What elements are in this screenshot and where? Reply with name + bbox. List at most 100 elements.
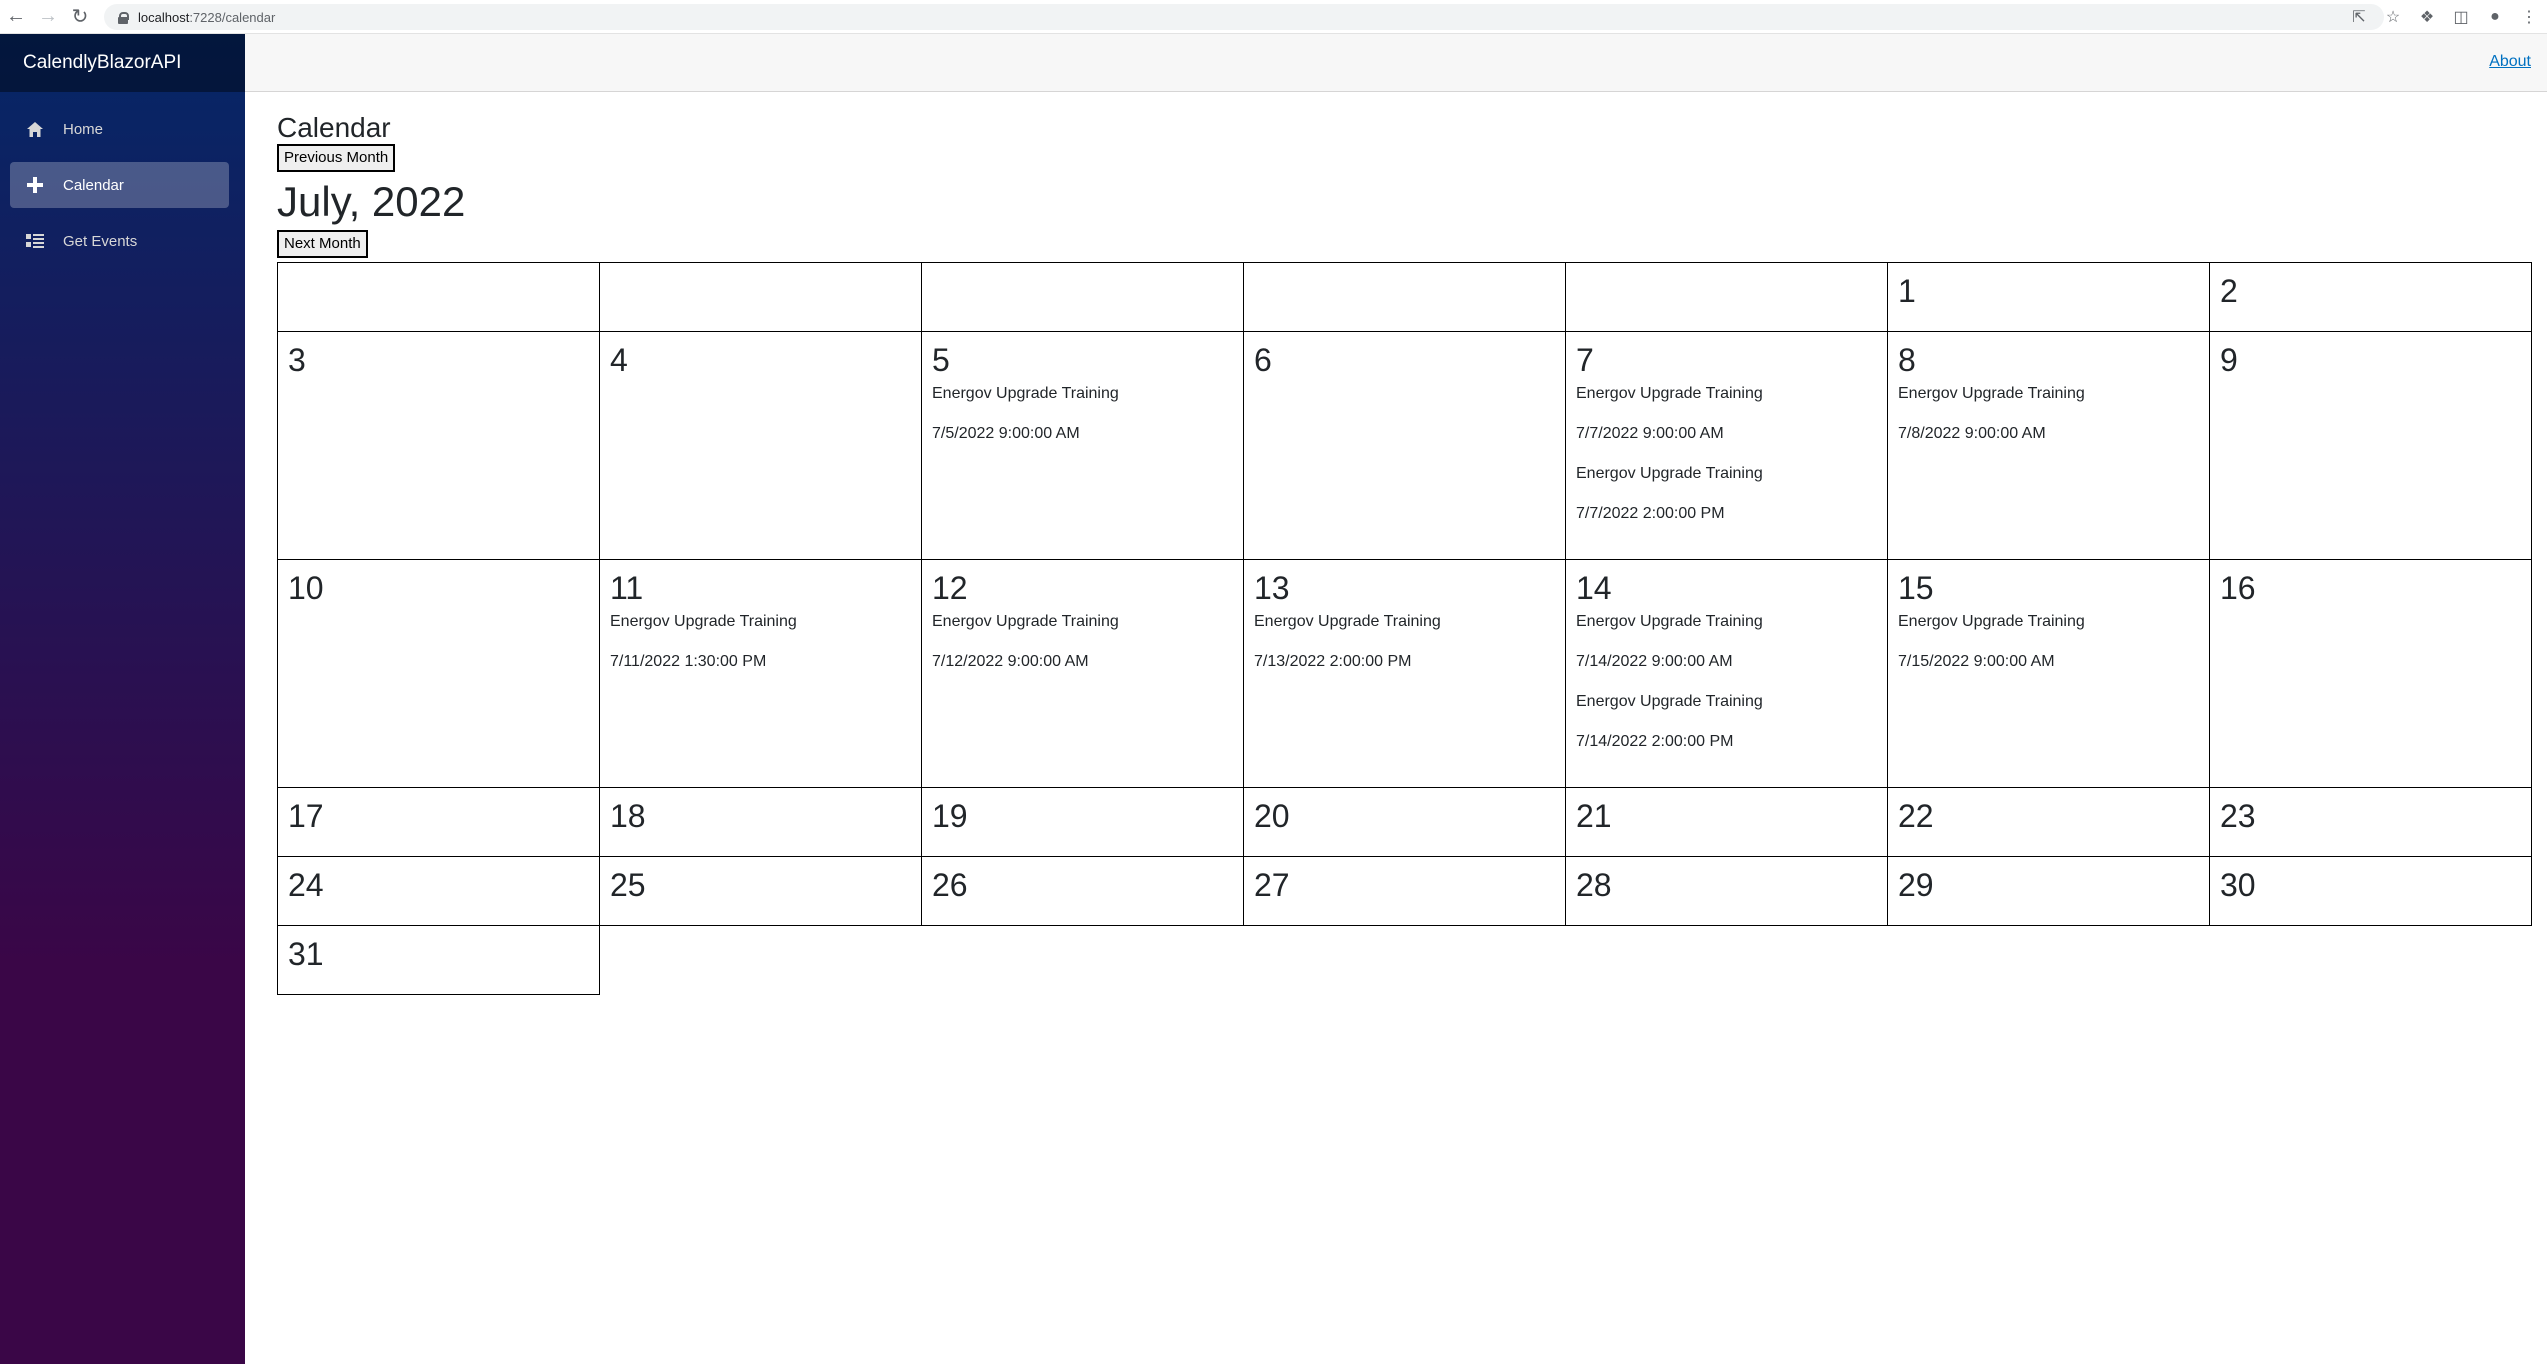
event-time: 7/15/2022 9:00:00 AM xyxy=(1898,653,2055,670)
calendar-day-cell: 1 xyxy=(1887,262,2210,332)
day-number: 6 xyxy=(1254,342,1272,378)
calendar-day-cell: 12 Energov Upgrade Training 7/12/2022 9:00… xyxy=(921,559,1244,788)
browser-actions: ⇱ ☆ ❖ ◫ ● ⋮ xyxy=(2349,0,2539,34)
day-number: 28 xyxy=(1576,867,1612,903)
day-number: 30 xyxy=(2220,867,2256,903)
day-number: 14 xyxy=(1576,570,1612,606)
side-panel-icon[interactable]: ◫ xyxy=(2451,7,2471,27)
previous-month-button[interactable]: Previous Month xyxy=(277,144,396,172)
forward-icon[interactable]: → xyxy=(32,0,64,34)
day-number: 20 xyxy=(1254,798,1290,834)
home-icon xyxy=(25,119,45,139)
event-time: 7/7/2022 2:00:00 PM xyxy=(1576,505,1725,522)
event-time: 7/11/2022 1:30:00 PM xyxy=(610,653,767,670)
calendar-day-cell: 18 xyxy=(599,787,922,857)
calendar-day-cell: 31 xyxy=(277,925,600,995)
calendar-week-row: 10 11 Energov Upgrade Training 7/11/2022 1:… xyxy=(277,559,2532,788)
calendar-day-cell: 16 xyxy=(2209,559,2532,788)
calendar-day-cell: 30 xyxy=(2209,856,2532,926)
event-title: Energov Upgrade Training xyxy=(1254,613,1441,630)
calendar-day-cell: 14 Energov Upgrade Training 7/14/2022 9:00… xyxy=(1565,559,1888,788)
event-time: 7/7/2022 9:00:00 AM xyxy=(1576,425,1724,442)
day-number: 26 xyxy=(932,867,968,903)
calendar-grid: 1 2 3 4 5 Energov Upgrade Training 7/5/2022 9:… xyxy=(277,262,2532,995)
event-title: Energov Upgrade Training xyxy=(932,385,1119,402)
event-time: 7/12/2022 9:00:00 AM xyxy=(932,653,1089,670)
plus-icon xyxy=(25,175,45,195)
extensions-icon[interactable]: ❖ xyxy=(2417,7,2437,27)
calendar-day-cell xyxy=(277,262,600,332)
day-number: 7 xyxy=(1576,342,1594,378)
calendar-week-row: 24 25 26 27 28 29 30 xyxy=(277,856,2532,926)
calendar-day-cell: 19 xyxy=(921,787,1244,857)
month-title: July, 2022 xyxy=(277,178,466,225)
day-number: 27 xyxy=(1254,867,1290,903)
calendar-day-cell: 28 xyxy=(1565,856,1888,926)
bookmark-star-icon[interactable]: ☆ xyxy=(2383,7,2403,27)
next-month-button[interactable]: Next Month xyxy=(277,230,368,258)
calendar-week-row: 17 18 19 20 21 22 23 xyxy=(277,787,2532,857)
sidebar-item-calendar[interactable]: Calendar xyxy=(10,162,229,208)
sidebar-item-get-events[interactable]: Get Events xyxy=(10,218,229,264)
event-time: 7/5/2022 9:00:00 AM xyxy=(932,425,1080,442)
day-number: 21 xyxy=(1576,798,1612,834)
list-icon xyxy=(25,231,45,251)
day-number: 18 xyxy=(610,798,646,834)
event-title: Energov Upgrade Training xyxy=(1898,613,2085,630)
calendar-day-cell: 11 Energov Upgrade Training 7/11/2022 1:30… xyxy=(599,559,922,788)
event-time: 7/14/2022 9:00:00 AM xyxy=(1576,653,1733,670)
day-number: 8 xyxy=(1898,342,1916,378)
calendar-day-cell: 8 Energov Upgrade Training 7/8/2022 9:00:0… xyxy=(1887,331,2210,560)
day-number: 13 xyxy=(1254,570,1290,606)
day-number: 22 xyxy=(1898,798,1934,834)
event-title: Energov Upgrade Training xyxy=(1576,385,1763,402)
event-title: Energov Upgrade Training xyxy=(1898,385,2085,402)
about-link[interactable]: About xyxy=(2489,53,2531,71)
day-number: 4 xyxy=(610,342,628,378)
calendar-day-cell: 10 xyxy=(277,559,600,788)
app-brand[interactable]: CalendlyBlazorAPI xyxy=(23,52,181,74)
day-number: 5 xyxy=(932,342,950,378)
sidebar: CalendlyBlazorAPI Home Calendar Get Even… xyxy=(0,34,245,1364)
main-content: Calendar Previous Month July, 2022 Next … xyxy=(277,92,2537,995)
calendar-day-cell: 3 xyxy=(277,331,600,560)
calendar-week-row: 12 xyxy=(277,262,2532,332)
day-number: 24 xyxy=(288,867,324,903)
calendar-day-cell: 13 Energov Upgrade Training 7/13/2022 2:00… xyxy=(1243,559,1566,788)
sidebar-item-label: Calendar xyxy=(63,176,124,194)
event-title: Energov Upgrade Training xyxy=(1576,465,1763,482)
calendar-day-cell: 4 xyxy=(599,331,922,560)
calendar-day-cell: 9 xyxy=(2209,331,2532,560)
calendar-day-cell: 25 xyxy=(599,856,922,926)
calendar-week-row: 31 xyxy=(277,925,2532,995)
browser-menu-icon[interactable]: ⋮ xyxy=(2519,7,2539,27)
url-host: localhost xyxy=(138,9,190,25)
calendar-day-cell: 5 Energov Upgrade Training 7/5/2022 9:00:0… xyxy=(921,331,1244,560)
day-number: 2 xyxy=(2220,273,2238,309)
day-number: 29 xyxy=(1898,867,1934,903)
reload-icon[interactable]: ↻ xyxy=(64,0,96,34)
calendar-day-cell: 6 xyxy=(1243,331,1566,560)
address-bar[interactable]: localhost:7228/calendar xyxy=(104,4,2384,30)
day-number: 23 xyxy=(2220,798,2256,834)
calendar-day-cell: 27 xyxy=(1243,856,1566,926)
event-title: Energov Upgrade Training xyxy=(1576,613,1763,630)
lock-icon[interactable] xyxy=(118,11,129,24)
day-number: 1 xyxy=(1898,273,1916,309)
calendar-day-cell: 22 xyxy=(1887,787,2210,857)
profile-avatar-icon[interactable]: ● xyxy=(2485,8,2505,26)
back-icon[interactable]: ← xyxy=(0,0,32,34)
sidebar-item-home[interactable]: Home xyxy=(10,106,229,152)
page-title: Calendar xyxy=(277,112,391,143)
share-icon[interactable]: ⇱ xyxy=(2349,7,2369,27)
day-number: 19 xyxy=(932,798,968,834)
calendar-day-cell xyxy=(1243,262,1566,332)
calendar-day-cell: 21 xyxy=(1565,787,1888,857)
day-number: 11 xyxy=(610,570,644,606)
browser-toolbar: ← → ↻ localhost:7228/calendar ⇱ ☆ ❖ ◫ ● … xyxy=(0,0,2547,34)
calendar-week-row: 3 4 5 Energov Upgrade Training 7/5/2022 9:00… xyxy=(277,331,2532,560)
day-number: 17 xyxy=(288,798,324,834)
day-number: 9 xyxy=(2220,342,2238,378)
day-number: 12 xyxy=(932,570,968,606)
nav-menu: Home Calendar Get Events xyxy=(0,92,245,264)
